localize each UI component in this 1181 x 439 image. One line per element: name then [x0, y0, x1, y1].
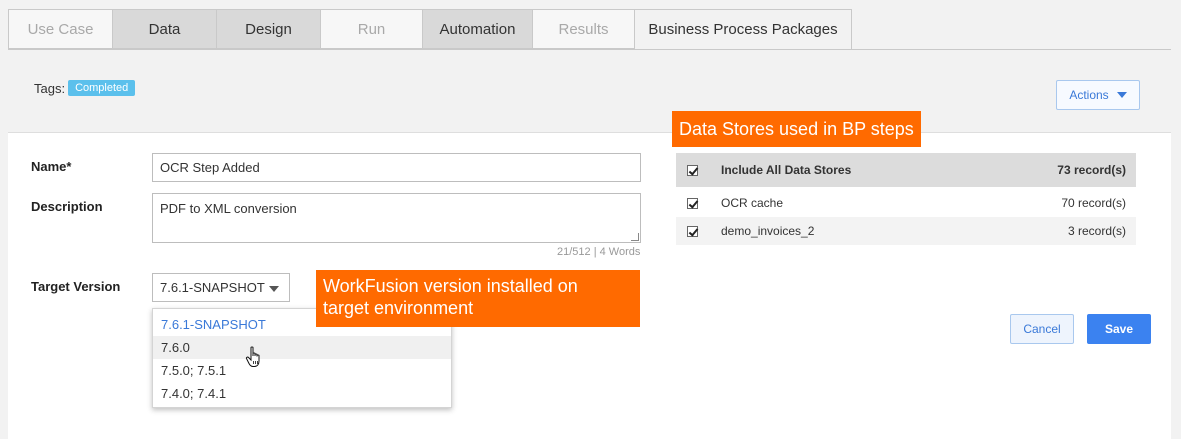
callout-version-line1: WorkFusion version installed on	[323, 276, 578, 296]
data-store-count: 3 record(s)	[1067, 224, 1126, 238]
callout-version-line2: target environment	[323, 298, 474, 318]
data-store-name: OCR cache	[721, 196, 784, 210]
actions-button[interactable]: Actions	[1056, 80, 1140, 110]
tab-label: Business Process Packages	[648, 21, 838, 38]
data-store-count: 70 record(s)	[1061, 196, 1126, 210]
description-textarea[interactable]: PDF to XML conversion	[152, 193, 641, 243]
chevron-down-icon	[269, 286, 279, 292]
tab-label: Results	[558, 20, 609, 38]
tags-label: Tags:	[34, 80, 66, 96]
target-version-label: Target Version	[31, 279, 121, 294]
option-7-6-0[interactable]: 7.6.0	[153, 336, 451, 359]
tab-label: Use Case	[27, 20, 94, 38]
include-all-label: Include All Data Stores	[721, 163, 852, 177]
name-input[interactable]: OCR Step Added	[152, 153, 641, 182]
tab-business-process-packages[interactable]: Business Process Packages	[634, 9, 852, 50]
resize-handle-icon[interactable]	[631, 233, 639, 241]
actions-label: Actions	[1069, 88, 1109, 102]
option-7-5-0[interactable]: 7.5.0; 7.5.1	[153, 359, 451, 382]
hand-cursor-icon	[245, 346, 260, 367]
description-value: PDF to XML conversion	[160, 201, 297, 216]
data-store-checkbox[interactable]	[687, 225, 698, 237]
name-label: Name*	[31, 159, 72, 174]
name-value: OCR Step Added	[160, 160, 260, 175]
table-row: demo_invoices_2 3 record(s)	[676, 217, 1136, 245]
cancel-button[interactable]: Cancel	[1010, 314, 1074, 344]
tab-use-case[interactable]: Use Case	[8, 9, 112, 49]
data-store-checkbox[interactable]	[687, 197, 698, 209]
save-button[interactable]: Save	[1087, 314, 1151, 344]
tab-data[interactable]: Data	[112, 9, 216, 49]
tab-results[interactable]: Results	[532, 9, 634, 49]
tab-label: Run	[357, 20, 386, 38]
tab-design[interactable]: Design	[216, 9, 320, 49]
callout-target-version: WorkFusion version installed on target e…	[316, 270, 640, 327]
data-store-name: demo_invoices_2	[721, 224, 815, 238]
data-stores-header: Include All Data Stores 73 record(s)	[676, 153, 1136, 187]
option-7-4-0[interactable]: 7.4.0; 7.4.1	[153, 382, 451, 405]
description-label: Description	[31, 199, 103, 214]
target-version-value: 7.6.1-SNAPSHOT	[160, 280, 265, 295]
caret-down-icon	[1116, 92, 1127, 98]
tab-automation[interactable]: Automation	[422, 9, 532, 49]
include-all-count: 73 record(s)	[1057, 163, 1126, 177]
include-all-checkbox[interactable]	[687, 164, 698, 176]
target-version-select[interactable]: 7.6.1-SNAPSHOT	[152, 273, 290, 302]
character-counter: 21/512 | 4 Words	[557, 246, 641, 258]
tab-label: Automation	[439, 20, 516, 38]
status-badge: Completed	[68, 80, 136, 96]
tab-run[interactable]: Run	[320, 9, 422, 49]
tab-bar: Use Case Data Design Run Automation Resu…	[8, 9, 852, 50]
callout-data-stores: Data Stores used in BP steps	[672, 111, 921, 147]
table-row: OCR cache 70 record(s)	[676, 189, 1136, 217]
tab-label: Data	[148, 20, 181, 38]
header-panel	[8, 50, 1171, 132]
tags-row: Tags: Completed	[34, 80, 136, 96]
tab-label: Design	[245, 20, 292, 38]
callout-data-stores-text: Data Stores used in BP steps	[679, 119, 914, 139]
